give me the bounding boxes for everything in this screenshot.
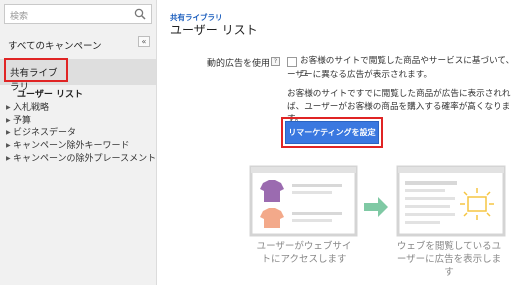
ad-box-icon bbox=[467, 196, 487, 212]
ad-window-icon bbox=[396, 165, 506, 237]
website-window-icon bbox=[249, 165, 358, 237]
caption-show-ads: ウェブを閲覧しているユーザーに広告を表示します bbox=[396, 241, 502, 278]
caption-user-visits: ユーザーがウェブサイトにアクセスします bbox=[256, 241, 352, 265]
flow-arrow-icon bbox=[364, 197, 388, 217]
